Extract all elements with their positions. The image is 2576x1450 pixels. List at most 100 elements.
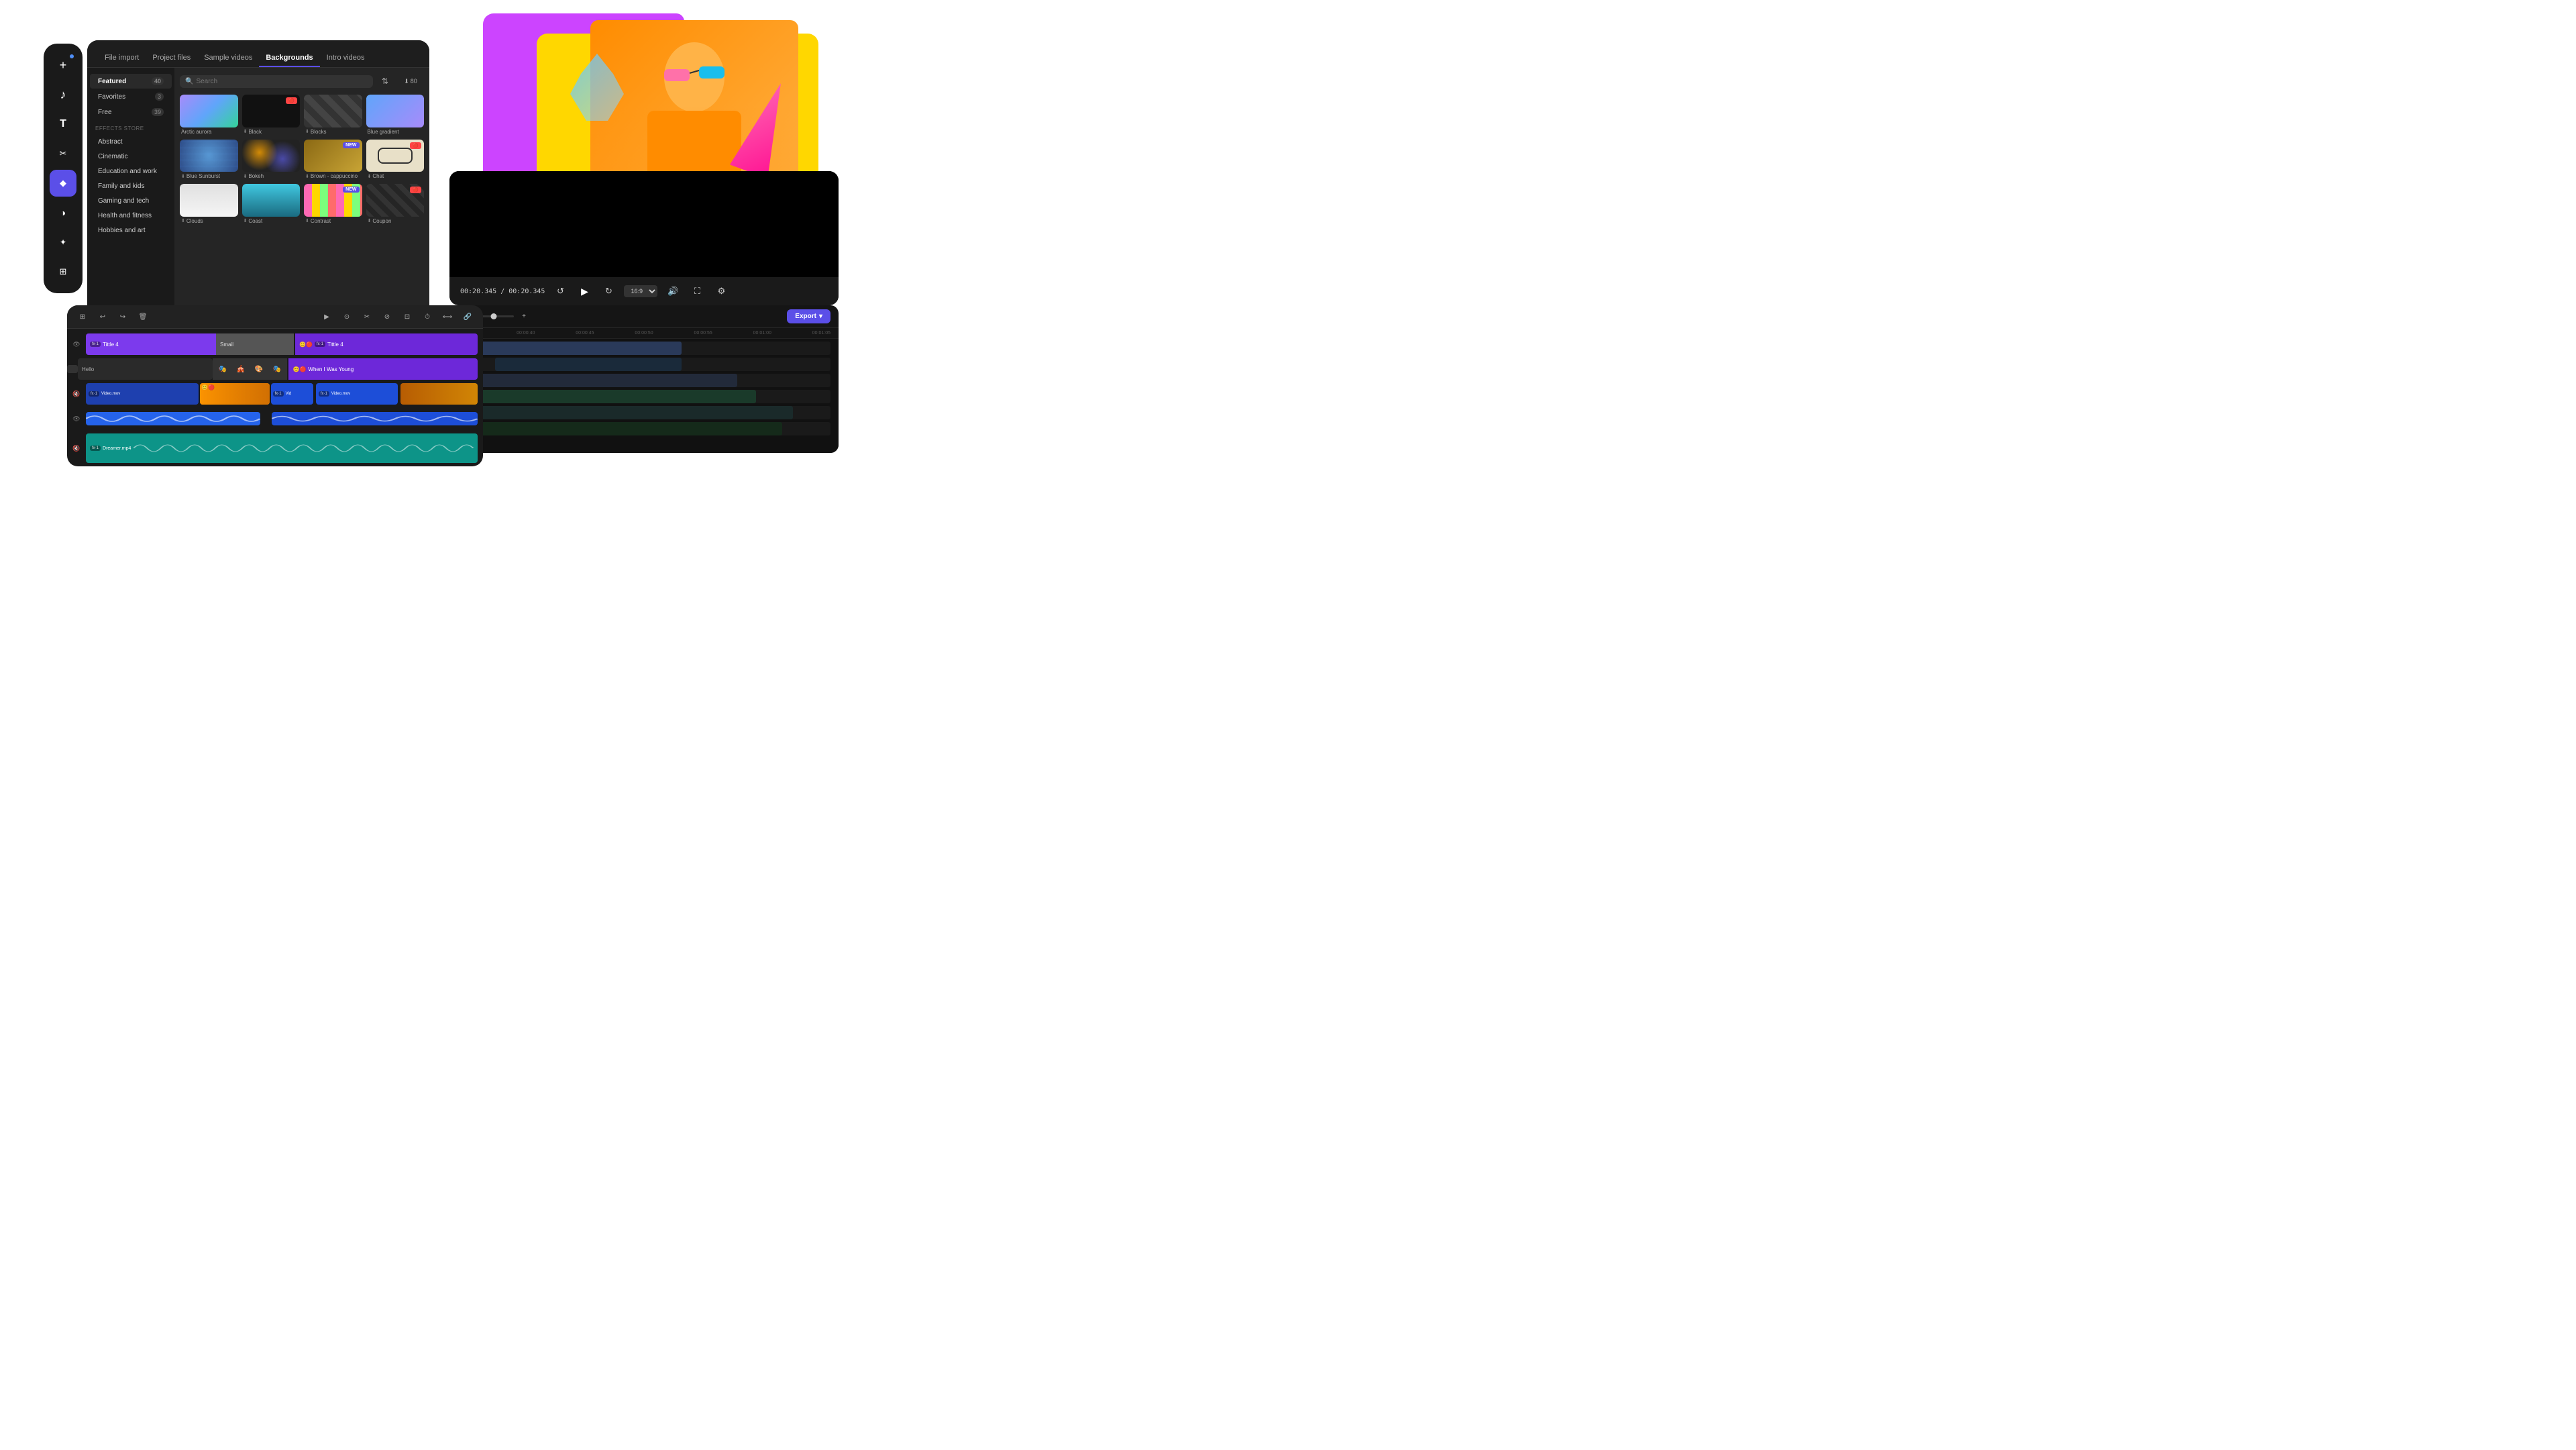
export-button[interactable]: Export ▾ xyxy=(787,309,830,323)
download-icon: ⬇ xyxy=(368,174,372,179)
play-button[interactable]: ▶ xyxy=(576,282,593,300)
cat-family[interactable]: Family and kids xyxy=(90,179,172,193)
music-button[interactable]: ♪ xyxy=(50,81,76,108)
tl-filter-button[interactable]: ⊞ xyxy=(75,309,90,324)
clip-vid-sm-label: Vid xyxy=(286,392,292,396)
tl-cut-button[interactable]: ✂ xyxy=(360,309,374,324)
settings-button[interactable]: ⚙ xyxy=(712,282,730,300)
fx-badge: fx·1 xyxy=(90,342,101,347)
cat-hobbies[interactable]: Hobbies and art xyxy=(90,223,172,238)
clip-video-mov-right[interactable]: fx·1 Video.mov xyxy=(316,383,398,405)
tl-stop-button[interactable]: ⊙ xyxy=(339,309,354,324)
cat-cinematic[interactable]: Cinematic xyxy=(90,150,172,164)
tl-link-button[interactable]: 🔗 xyxy=(460,309,475,324)
forward-button[interactable]: ↻ xyxy=(600,282,617,300)
bg-coupon-badge: 🔴 xyxy=(410,187,421,193)
filter-sort-button[interactable]: ⇅ xyxy=(377,73,393,89)
time-separator: / xyxy=(500,288,508,295)
tab-sample-videos[interactable]: Sample videos xyxy=(197,50,259,67)
sticker-button[interactable]: ✦ xyxy=(50,229,76,256)
cat-gaming[interactable]: Gaming and tech xyxy=(90,194,172,208)
left-toolbar: + ♪ T ✂ ◆ ◑ ✦ ⊞ xyxy=(44,44,83,293)
tl-play-button[interactable]: ▶ xyxy=(319,309,334,324)
tl-mute-button[interactable]: ⊘ xyxy=(380,309,394,324)
bg-coupon[interactable]: 🔴 ⬇ Coupon xyxy=(366,184,425,225)
zoom-plus-button[interactable]: + xyxy=(518,311,530,323)
bg-clouds[interactable]: ⬇ Clouds xyxy=(180,184,238,225)
tl-undo-button[interactable]: ↩ xyxy=(95,309,110,324)
clip-video-orange[interactable]: 😊🔴 xyxy=(200,383,269,405)
cat-favorites[interactable]: Favorites 3 xyxy=(90,89,172,104)
ruler-mark-7: 00:01:05 xyxy=(812,331,830,335)
bg-brown-cap[interactable]: NEW ⬇ Brown - cappuccino xyxy=(304,140,362,180)
clip-smail-label: Smail xyxy=(220,342,233,348)
bg-coast-label: ⬇ Coast xyxy=(242,217,301,225)
video-track-mute-icon[interactable]: 🔇 xyxy=(67,391,86,398)
clip-smail[interactable]: Smail xyxy=(216,333,294,355)
clip-video-mov-left[interactable]: fx·1 Video.mov xyxy=(86,383,199,405)
bg-coast[interactable]: ⬇ Coast xyxy=(242,184,301,225)
layout-button[interactable]: ⊞ xyxy=(50,258,76,285)
tab-backgrounds[interactable]: Backgrounds xyxy=(259,50,319,67)
s-track-5-fill xyxy=(458,406,793,419)
bg-blocks[interactable]: ⬇ Blocks xyxy=(304,95,362,136)
tab-intro-videos[interactable]: Intro videos xyxy=(320,50,372,67)
effects-button[interactable]: ◆ xyxy=(50,170,76,197)
bg-arctic[interactable]: Arctic aurora xyxy=(180,95,238,136)
text-button[interactable]: T xyxy=(50,111,76,138)
clip-title-4-left[interactable]: fx·1 Tittle 4 xyxy=(86,333,216,355)
cat-education-label: Education and work xyxy=(98,168,157,175)
bg-blue-grad[interactable]: Blue gradient xyxy=(366,95,425,136)
s-track-4 xyxy=(458,390,830,403)
aspect-ratio-select[interactable]: 16:9 9:16 1:1 xyxy=(624,285,657,297)
cat-education[interactable]: Education and work xyxy=(90,164,172,178)
cat-hobbies-label: Hobbies and art xyxy=(98,227,146,234)
text-track-icon[interactable] xyxy=(67,365,78,373)
filter-button[interactable]: ◑ xyxy=(50,199,76,226)
volume-button[interactable]: 🔊 xyxy=(664,282,682,300)
add-dot xyxy=(70,54,74,58)
clip-video-orange2[interactable] xyxy=(400,383,478,405)
tl-redo-button[interactable]: ↪ xyxy=(115,309,130,324)
clip-title-4-right[interactable]: 😊🔴 fx·1 Tittle 4 xyxy=(295,333,478,355)
bg-bokeh[interactable]: ⬇ Bokeh xyxy=(242,140,301,180)
bg-chat[interactable]: 🔴 ⬇ Chat xyxy=(366,140,425,180)
bg-blue-sun[interactable]: ⬇ Blue Sunburst xyxy=(180,140,238,180)
bg-contrast-thumb: NEW xyxy=(304,184,362,217)
fx-badge-video-left: fx·1 xyxy=(89,391,99,397)
tl-connect-button[interactable]: ⟷ xyxy=(440,309,455,324)
add-tool-wrap: + xyxy=(50,52,76,79)
rewind-button[interactable]: ↺ xyxy=(551,282,569,300)
cat-featured[interactable]: Featured 40 xyxy=(90,74,172,89)
cat-health[interactable]: Health and fitness xyxy=(90,209,172,223)
tab-file-import[interactable]: File import xyxy=(98,50,146,67)
bg-contrast-label: ⬇ Contrast xyxy=(304,217,362,225)
add-button[interactable]: + xyxy=(50,52,76,79)
title-track-eye-icon[interactable]: 👁 xyxy=(67,341,86,348)
clip-emojis[interactable]: 🎭 🎪 🎨 🎭 xyxy=(213,358,288,380)
cat-free[interactable]: Free 39 xyxy=(90,105,172,119)
clip-hello[interactable]: Hello xyxy=(78,358,213,380)
transition-button[interactable]: ✂ xyxy=(50,140,76,167)
transition-icon: ✂ xyxy=(60,148,67,159)
audio-track-icon[interactable]: 🔇 xyxy=(67,445,86,452)
clip-dreamer[interactable]: fx·1 Dreamer.mp4 xyxy=(86,433,478,463)
clip-wave-left[interactable] xyxy=(86,412,260,425)
tl-clock-button[interactable]: ⏱ xyxy=(420,309,435,324)
export-label: Export xyxy=(795,313,816,320)
clip-vid-sm[interactable]: fx·1 Vid xyxy=(271,383,313,405)
clip-when-i-was-young[interactable]: 😊🔴 When I Was Young xyxy=(288,358,478,380)
emoji-2: 🎪 xyxy=(237,366,245,373)
waveform-eye-icon[interactable]: 👁 xyxy=(67,415,86,423)
clip-wave-right[interactable] xyxy=(272,412,478,425)
tl-delete-button[interactable]: 🗑 xyxy=(136,309,150,324)
download-button[interactable]: ⬇ 80 xyxy=(397,73,424,89)
fullscreen-button[interactable]: ⛶ xyxy=(688,282,706,300)
layout-icon: ⊞ xyxy=(60,266,67,277)
bg-contrast[interactable]: NEW ⬇ Contrast xyxy=(304,184,362,225)
bg-black[interactable]: 🔴 ⬇ Black xyxy=(242,95,301,136)
tl-crop-button[interactable]: ⊡ xyxy=(400,309,415,324)
search-input[interactable] xyxy=(196,78,368,85)
cat-abstract[interactable]: Abstract xyxy=(90,135,172,149)
tab-project-files[interactable]: Project files xyxy=(146,50,197,67)
